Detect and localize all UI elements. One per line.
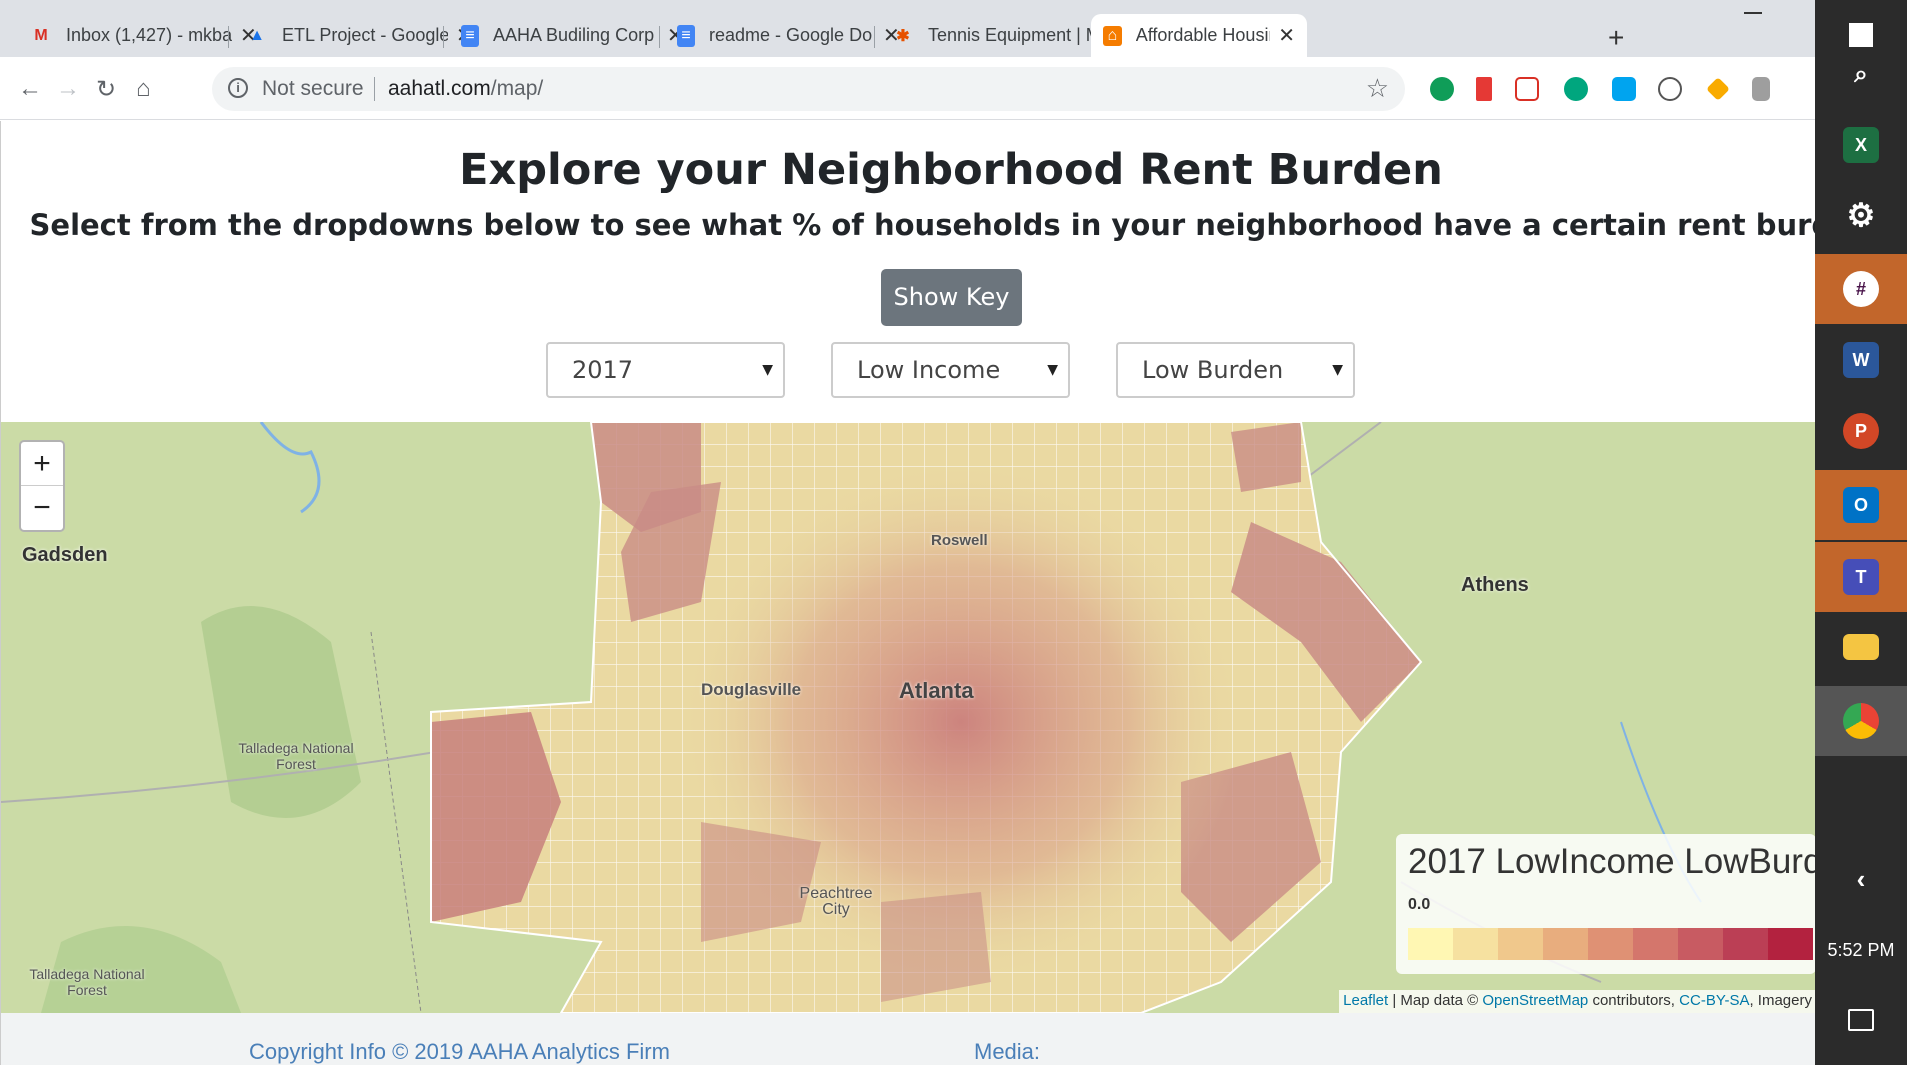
legend-swatch [1453,928,1498,960]
bookmark-star-icon[interactable]: ☆ [1366,73,1389,104]
gmail-icon: M [34,26,48,44]
burden-select[interactable]: Low Burden ▼ [1116,342,1355,398]
extension-office-icon[interactable] [1752,77,1770,101]
window-minimize-icon[interactable] [1744,12,1762,14]
tab-separator [228,26,229,48]
tab-separator [443,26,444,48]
new-tab-button[interactable]: + [1608,22,1624,54]
place-label: Roswell [931,532,988,549]
tab-etl-project[interactable]: ▲ ETL Project - Google ✕ [234,14,485,57]
legend-swatch [1633,928,1678,960]
place-label: Talladega National Forest [238,740,354,772]
footer: Copyright Info © 2019 AAHA Analytics Fir… [1,1013,1816,1065]
google-drive-icon: ▲ [249,26,265,44]
openstreetmap-link[interactable]: OpenStreetMap [1482,992,1588,1009]
notifications-icon[interactable] [1815,985,1907,1055]
file-explorer-icon[interactable] [1815,612,1907,682]
map-legend: 2017 LowIncome LowBurden 0.0 [1396,834,1816,974]
tab-inbox[interactable]: M Inbox (1,427) - mkba ✕ [18,14,269,57]
legend-swatch [1768,928,1813,960]
tab-separator [659,26,660,48]
tab-separator [874,26,875,48]
page-icon: ⌂ [1103,25,1122,46]
place-label: Talladega National Forest [29,966,145,998]
legend-swatch [1543,928,1588,960]
legend-swatch [1723,928,1768,960]
taskbar-clock: 5:52 PM [1827,940,1895,960]
show-key-button[interactable]: Show Key [881,269,1022,326]
omnibox[interactable]: i Not secure aahatl.com/map/ ☆ [212,67,1405,111]
extension-code-icon[interactable] [1658,77,1682,101]
page-content: Explore your Neighborhood Rent Burden Se… [0,121,1872,1065]
powerpoint-icon[interactable]: P [1815,396,1907,466]
back-icon[interactable]: ← [18,75,42,103]
outlook-icon[interactable]: O [1815,470,1907,540]
teams-icon[interactable]: T [1815,542,1907,612]
slack-icon[interactable]: # [1815,254,1907,324]
search-icon[interactable]: ⌕ [1815,40,1907,110]
legend-title: 2017 LowIncome LowBurden [1408,842,1816,881]
extension-diamond-icon[interactable] [1706,77,1730,101]
place-label: Gadsden [22,544,108,566]
place-label: Douglasville [701,680,802,699]
map-attribution: Leaflet | Map data © OpenStreetMap contr… [1339,990,1816,1013]
income-select[interactable]: Low Income ▼ [831,342,1070,398]
legend-swatch [1588,928,1633,960]
address-bar-row: ← → ↻ ⌂ i Not secure aahatl.com/map/ ☆ [0,57,1815,120]
google-docs-icon: ≡ [677,24,695,47]
excel-icon[interactable]: X [1815,110,1907,180]
license-link[interactable]: CC-BY-SA [1679,992,1749,1009]
word-icon[interactable]: W [1815,325,1907,395]
reload-icon[interactable]: ↻ [96,75,116,104]
dropdown-arrow-icon: ▼ [1047,362,1058,378]
tab-affordable-housing[interactable]: ⌂ Affordable Housing ✕ [1091,14,1307,57]
legend-min-value: 0.0 [1408,896,1431,913]
dropdown-arrow-icon: ▼ [762,362,773,378]
zoom-control: + − [19,440,65,532]
page-title: Explore your Neighborhood Rent Burden [459,145,1443,195]
browser-tab-strip: M Inbox (1,427) - mkba ✕ ▲ ETL Project -… [0,0,1815,57]
zoom-out-button[interactable]: − [21,486,63,530]
tennis-icon: ✱ [896,27,910,45]
forward-icon[interactable]: → [56,75,80,103]
extension-windows-icon[interactable] [1612,77,1636,101]
legend-swatch [1498,928,1543,960]
extension-pdf-icon[interactable] [1476,77,1492,101]
extension-gmail-icon[interactable] [1515,77,1539,101]
footer-media: Media: [974,1039,1041,1064]
attribution-text: , Imagery [1749,992,1812,1009]
windows-taskbar: ⌕ X ⚙ # W P O T ‹ [1815,0,1907,1065]
chevron-left-icon[interactable]: ‹ [1815,844,1907,914]
year-select[interactable]: 2017 ▼ [546,342,785,398]
leaflet-map[interactable]: + − Gadsden Athens Roswell Douglasville … [1,422,1816,1013]
place-label: Peachtree City [799,885,873,918]
google-docs-icon: ≡ [461,24,479,47]
info-icon[interactable]: i [228,78,248,98]
zoom-in-button[interactable]: + [21,442,63,486]
legend-swatch [1408,928,1453,960]
place-label: Atlanta [899,678,974,703]
close-tab-icon[interactable]: ✕ [1278,23,1295,48]
place-label: Athens [1461,574,1529,596]
chrome-icon[interactable] [1815,686,1907,756]
home-icon[interactable]: ⌂ [136,75,151,103]
footer-copyright: Copyright Info © 2019 AAHA Analytics Fir… [249,1039,670,1064]
url-text[interactable]: aahatl.com/map/ [388,77,543,101]
burden-select-value: Low Burden [1142,356,1284,384]
extension-grammarly-icon[interactable] [1564,77,1588,101]
page-subtitle: Select from the dropdowns below to see w… [29,208,1873,242]
leaflet-link[interactable]: Leaflet [1343,992,1388,1009]
attribution-text: Map data © [1400,992,1479,1009]
settings-icon[interactable]: ⚙ [1815,180,1907,250]
dropdown-arrow-icon: ▼ [1332,362,1343,378]
income-select-value: Low Income [857,356,1001,384]
divider [374,77,375,101]
year-select-value: 2017 [572,356,634,384]
extension-hangouts-icon[interactable] [1430,77,1454,101]
legend-swatch [1678,928,1723,960]
security-label[interactable]: Not secure [262,77,364,101]
attribution-text: contributors, [1592,992,1675,1009]
